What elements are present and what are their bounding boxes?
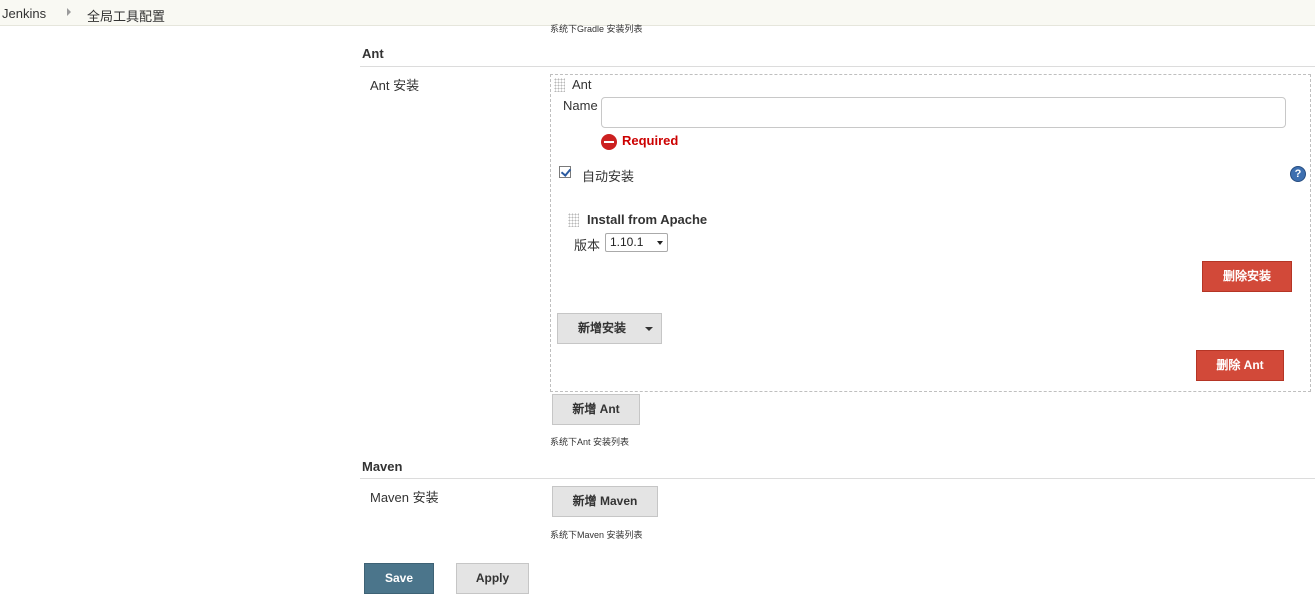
- name-label: Name: [563, 98, 598, 113]
- required-error-text: Required: [622, 133, 679, 148]
- drag-handle-icon[interactable]: [554, 78, 565, 92]
- ant-installations-note: 系统下Ant 安装列表: [550, 437, 630, 447]
- apply-button[interactable]: Apply: [456, 563, 529, 594]
- ant-name-input[interactable]: [601, 97, 1286, 128]
- ant-section-title: Ant: [362, 46, 384, 61]
- installer-title: Install from Apache: [587, 212, 708, 227]
- save-button[interactable]: Save: [364, 563, 434, 594]
- help-icon[interactable]: ?: [1290, 166, 1306, 182]
- version-select[interactable]: 1.10.1: [605, 233, 668, 252]
- maven-section-title: Maven: [362, 459, 403, 474]
- drag-handle-icon[interactable]: [568, 213, 579, 227]
- section-divider: [360, 478, 1315, 479]
- version-select-value: 1.10.1: [610, 235, 644, 249]
- add-maven-button[interactable]: 新增 Maven: [552, 486, 658, 517]
- add-installer-label: 新增安装: [578, 321, 627, 335]
- breadcrumb: Jenkins 全局工具配置: [0, 0, 1315, 26]
- gradle-installations-note: 系统下Gradle 安装列表: [550, 24, 643, 34]
- maven-installations-label: Maven 安装: [370, 490, 439, 505]
- add-installer-button[interactable]: 新增安装: [557, 313, 662, 344]
- version-label: 版本: [574, 238, 601, 253]
- auto-install-checkbox[interactable]: [559, 166, 571, 178]
- delete-installer-button[interactable]: 删除安装: [1202, 261, 1292, 292]
- ant-installations-label: Ant 安装: [370, 78, 420, 93]
- section-divider: [360, 66, 1315, 67]
- delete-ant-button[interactable]: 删除 Ant: [1196, 350, 1284, 381]
- maven-installations-note: 系统下Maven 安装列表: [550, 530, 643, 540]
- chevron-right-icon[interactable]: [67, 8, 71, 16]
- chevron-down-icon: [657, 241, 663, 245]
- error-icon: [601, 134, 617, 150]
- ant-installation-header: Ant: [572, 77, 592, 92]
- breadcrumb-item-global-tool-config[interactable]: 全局工具配置: [87, 6, 165, 25]
- add-ant-button[interactable]: 新增 Ant: [552, 394, 640, 425]
- auto-install-label: 自动安装: [582, 169, 635, 184]
- breadcrumb-item-jenkins[interactable]: Jenkins: [2, 6, 46, 21]
- caret-down-icon: [645, 327, 653, 331]
